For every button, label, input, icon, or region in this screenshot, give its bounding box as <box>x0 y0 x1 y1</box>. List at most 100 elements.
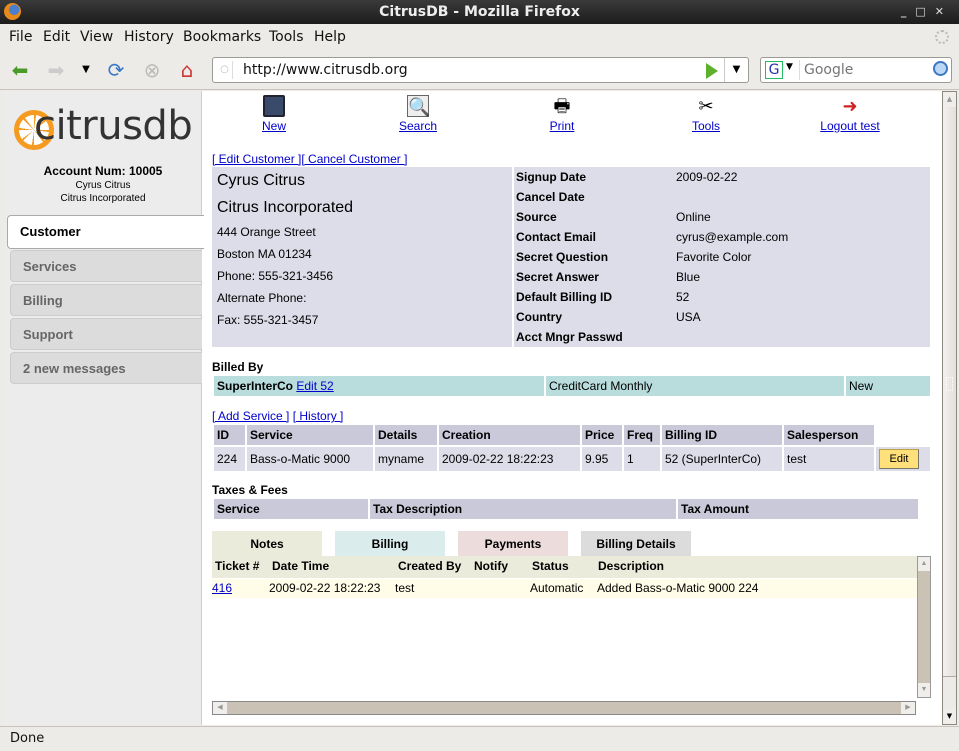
service-cell: 224 <box>214 447 245 471</box>
service-cell: test <box>784 447 874 471</box>
customer-info: Cyrus Citrus Citrus Incorporated 444 Ora… <box>212 167 930 347</box>
scroll-down-icon[interactable]: ▼ <box>943 709 956 724</box>
toolbar-tools[interactable]: ✂ Tools <box>666 95 746 133</box>
new-link[interactable]: New <box>234 119 314 133</box>
sidebar-tab-support[interactable]: Support <box>10 318 202 350</box>
menu-bookmarks[interactable]: Bookmarks <box>183 29 261 45</box>
tab-billing-details[interactable]: Billing Details <box>581 531 691 556</box>
tools-icon: ✂ <box>698 96 714 116</box>
customer-phone: Phone: 555-321-3456 <box>217 269 334 283</box>
tab-billing[interactable]: Billing <box>335 531 445 556</box>
menu-help[interactable]: Help <box>314 29 346 45</box>
scroll-down-icon[interactable]: ▼ <box>918 683 930 697</box>
activity-throbber-icon <box>935 30 949 44</box>
edit-customer-link[interactable]: [ Edit Customer ] <box>212 152 301 166</box>
column-header: Price <box>582 425 622 445</box>
scroll-up-icon[interactable]: ▲ <box>918 557 930 571</box>
field-label: Cancel Date <box>516 190 585 204</box>
menu-file[interactable]: File <box>9 29 32 45</box>
back-arrow-icon[interactable]: ⬅ <box>8 59 32 83</box>
field-value: Favorite Color <box>676 250 752 264</box>
field-label: Secret Answer <box>516 270 599 284</box>
customer-address-panel: Cyrus Citrus Citrus Incorporated 444 Ora… <box>212 167 512 347</box>
toolbar-print[interactable]: 🖶 Print <box>522 95 602 133</box>
search-input[interactable] <box>799 60 929 80</box>
forward-arrow-icon[interactable]: ➡ <box>44 59 68 83</box>
menu-history[interactable]: History <box>124 29 174 45</box>
service-cell: 2009-02-22 18:22:23 <box>439 447 580 471</box>
add-service-link[interactable]: [ Add Service ] <box>212 409 289 423</box>
home-icon[interactable]: ⌂ <box>175 59 199 83</box>
window-title: CitrusDB - Mozilla Firefox <box>379 4 580 20</box>
customer-city: Boston MA 01234 <box>217 247 312 261</box>
ticket-link[interactable]: 416 <box>212 581 232 595</box>
menu-view[interactable]: View <box>80 29 113 45</box>
sidebar-tab-services[interactable]: Services <box>10 250 202 282</box>
field-label: Source <box>516 210 557 224</box>
toolbar-logout[interactable]: ➜ Logout test <box>810 95 890 133</box>
column-header: Date Time <box>272 559 330 573</box>
scroll-left-icon[interactable]: ◀ <box>213 702 227 714</box>
notes-panel: Ticket # Date Time Created By Notify Sta… <box>212 556 932 716</box>
billing-status: New <box>846 376 930 396</box>
service-history-link[interactable]: [ History ] <box>293 409 344 423</box>
tab-notes[interactable]: Notes <box>212 531 322 556</box>
tools-link[interactable]: Tools <box>666 119 746 133</box>
field-label: Country <box>516 310 562 324</box>
customer-fax: Fax: 555-321-3457 <box>217 313 319 327</box>
taxes-heading: Taxes & Fees <box>212 483 288 497</box>
close-icon[interactable]: ✕ <box>935 5 953 18</box>
search-bar[interactable]: G ▼ <box>760 57 952 83</box>
print-link[interactable]: Print <box>522 119 602 133</box>
column-header: Service <box>247 425 373 445</box>
go-arrow-icon[interactable] <box>706 63 718 79</box>
scroll-right-icon[interactable]: ▶ <box>901 702 915 714</box>
service-cell: Bass-o-Matic 9000 <box>247 447 373 471</box>
account-number: Account Num: 10005 <box>43 164 163 178</box>
history-dropdown-icon[interactable]: ▼ <box>74 59 98 83</box>
scroll-up-icon[interactable]: ▲ <box>943 92 956 107</box>
sidebar-tab-messages[interactable]: 2 new messages <box>10 352 202 384</box>
toolbar-search[interactable]: 🔍 Search <box>378 95 458 133</box>
engine-dropdown-icon[interactable]: ▼ <box>786 62 793 72</box>
url-bar[interactable]: ○ http://www.citrusdb.org ▼ <box>212 57 749 83</box>
firefox-icon <box>4 3 21 20</box>
page-favicon-icon: ○ <box>217 61 233 79</box>
google-engine-icon[interactable]: G <box>765 61 783 79</box>
page-content: citrusdb Account Num: 10005 Cyrus Citrus… <box>4 91 942 725</box>
url-dropdown-icon[interactable]: ▼ <box>724 58 748 82</box>
notes-vertical-scrollbar[interactable]: ▲ ▼ <box>917 556 931 698</box>
reload-icon[interactable]: ⟳ <box>104 59 128 83</box>
menu-edit[interactable]: Edit <box>43 29 70 45</box>
stop-icon[interactable]: ⊗ <box>140 59 164 83</box>
customer-alt-phone: Alternate Phone: <box>217 291 307 305</box>
toolbar-new[interactable]: New <box>234 95 314 133</box>
logout-door-icon: ➜ <box>842 96 858 116</box>
logout-link[interactable]: Logout test <box>810 119 890 133</box>
notes-horizontal-scrollbar[interactable]: ◀ ▶ <box>212 701 916 715</box>
cancel-customer-link[interactable]: [ Cancel Customer ] <box>301 152 407 166</box>
sidebar-tab-billing[interactable]: Billing <box>10 284 202 316</box>
field-label: Signup Date <box>516 170 587 184</box>
minimize-icon[interactable]: _ <box>901 5 916 18</box>
sidebar-tab-customer[interactable]: Customer <box>7 215 204 249</box>
column-header: Freq <box>624 425 660 445</box>
field-label: Contact Email <box>516 230 597 244</box>
column-header: Billing ID <box>662 425 782 445</box>
column-header: Description <box>598 559 665 573</box>
service-cell: 52 (SuperInterCo) <box>662 447 782 471</box>
scrollbar-thumb[interactable] <box>943 107 956 677</box>
maximize-icon[interactable]: □ <box>915 5 934 18</box>
field-label: Secret Question <box>516 250 609 264</box>
tab-payments[interactable]: Payments <box>458 531 568 556</box>
edit-billing-link[interactable]: Edit 52 <box>296 379 333 393</box>
menu-bar: File Edit View History Bookmarks Tools H… <box>0 24 959 50</box>
column-header: Tax Description <box>370 499 676 519</box>
url-text[interactable]: http://www.citrusdb.org <box>243 62 408 78</box>
column-header: Service <box>214 499 368 519</box>
search-icon[interactable] <box>933 61 948 76</box>
page-vertical-scrollbar[interactable]: ▲ ▼ <box>942 91 957 725</box>
edit-service-button[interactable]: Edit <box>879 449 919 469</box>
search-link[interactable]: Search <box>378 119 458 133</box>
menu-tools[interactable]: Tools <box>269 29 304 45</box>
